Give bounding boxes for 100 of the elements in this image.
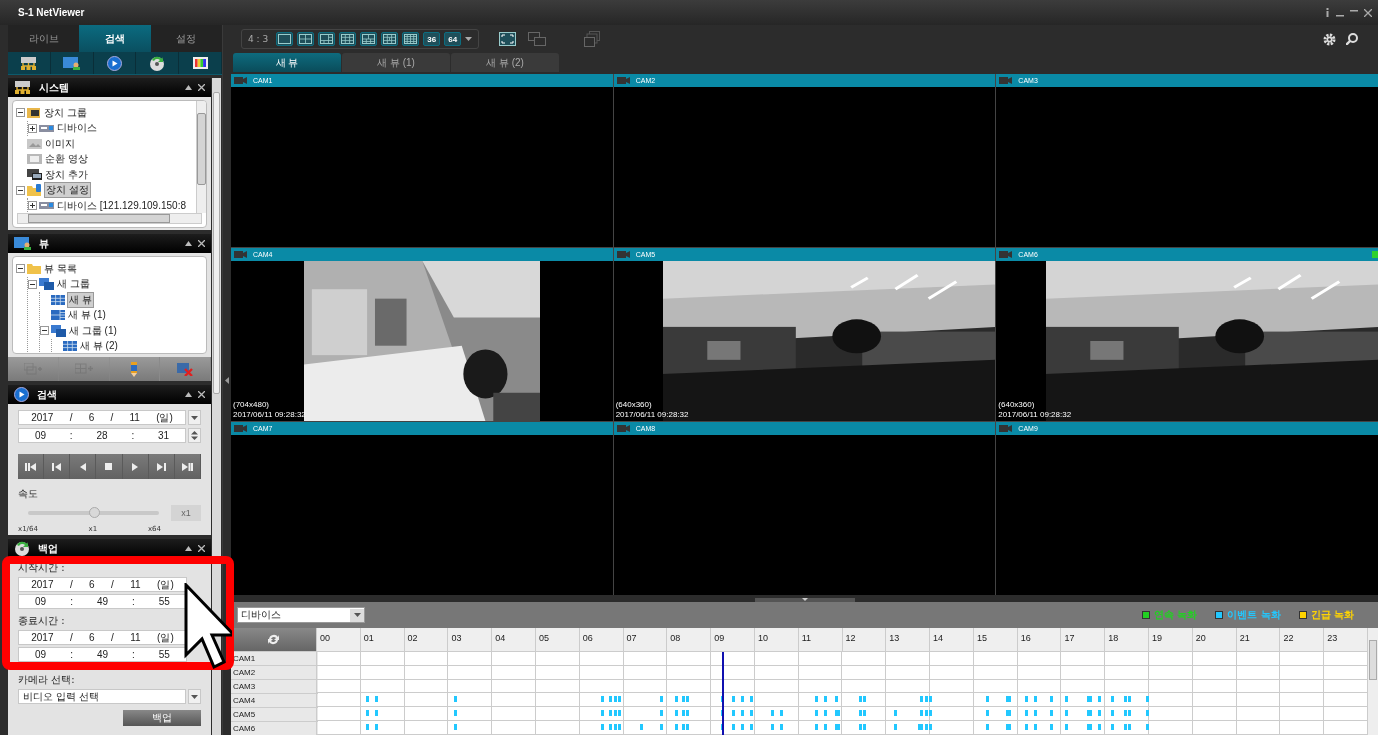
- expander-icon[interactable]: [28, 123, 37, 133]
- date-field[interactable]: 09 : 49 : 55: [18, 594, 187, 609]
- play-icon: [132, 462, 139, 471]
- expander-icon[interactable]: [28, 279, 37, 289]
- add-group-icon: [23, 363, 42, 375]
- folder-icon: [27, 184, 42, 197]
- date-field[interactable]: 09 : 28 : 31: [18, 428, 186, 443]
- mode-tab[interactable]: 검색: [79, 25, 151, 52]
- refresh-button[interactable]: [231, 628, 316, 652]
- expander-icon[interactable]: [16, 264, 25, 274]
- playback-button[interactable]: [122, 454, 149, 479]
- film-icon: [27, 154, 42, 165]
- pencil-icon: [130, 361, 139, 377]
- device-dropdown[interactable]: 디바이스: [237, 607, 365, 623]
- expander-icon[interactable]: [16, 108, 25, 118]
- stop-icon: [105, 463, 113, 470]
- disc-icon: [149, 55, 166, 71]
- playback-button[interactable]: [96, 454, 123, 479]
- scrollbar[interactable]: [212, 78, 221, 735]
- expander-icon[interactable]: [28, 201, 37, 211]
- mode-tab[interactable]: 설정: [150, 25, 222, 52]
- skip-back-icon: [25, 462, 37, 471]
- mode-tab[interactable]: 라이브: [8, 25, 80, 52]
- close-icon: [198, 391, 205, 398]
- hour-label: 21: [1235, 628, 1280, 651]
- layout-button[interactable]: [402, 32, 420, 46]
- tree-item[interactable]: 새 뷰 (1): [67, 308, 107, 323]
- scroll-thumb[interactable]: [197, 113, 206, 185]
- row-label: CAM3: [231, 680, 318, 694]
- playback-button[interactable]: [174, 454, 201, 479]
- folder-icon: [27, 107, 41, 119]
- layout-button[interactable]: [318, 32, 336, 46]
- tree-item[interactable]: 새 그룹: [56, 277, 91, 292]
- hour-label: 05: [534, 628, 579, 651]
- tree-item[interactable]: 새 뷰: [67, 291, 94, 308]
- dropdown-button[interactable]: [188, 410, 201, 425]
- collapse-icon: [185, 241, 192, 246]
- expander-icon[interactable]: [40, 326, 49, 336]
- collapse-icon: [185, 392, 192, 397]
- view-tab[interactable]: 새 뷰: [233, 53, 341, 72]
- legend-label: 긴급 녹화: [1310, 608, 1354, 622]
- tree-item[interactable]: 순환 영상: [44, 152, 89, 167]
- aspect-ratio-label: 4 : 3: [248, 34, 269, 44]
- layout-button[interactable]: [297, 32, 315, 46]
- backup-button[interactable]: 백업: [123, 710, 201, 726]
- scrollbar[interactable]: [196, 101, 206, 213]
- tree-item[interactable]: 장치 설정: [44, 182, 91, 199]
- tree-item[interactable]: 디바이스 [121.129.109.150:8: [56, 198, 187, 213]
- cursor-icon: [184, 583, 232, 671]
- scrollbar[interactable]: [17, 213, 202, 224]
- scroll-thumb[interactable]: [213, 92, 220, 394]
- playback-button[interactable]: [18, 454, 45, 479]
- date-field[interactable]: 2017 / 6 / 11 (일): [18, 410, 186, 425]
- scrollbar[interactable]: [1367, 628, 1378, 735]
- playhead[interactable]: [721, 652, 724, 735]
- grid-icon: [63, 341, 77, 352]
- layout-grid-icon: [278, 34, 292, 44]
- playback-button[interactable]: [70, 454, 97, 479]
- tree-item[interactable]: 장치 추가: [44, 167, 89, 182]
- date-field[interactable]: 2017 / 6 / 11 (일): [18, 577, 187, 592]
- dropdown-button[interactable]: [188, 689, 201, 704]
- network-icon: [20, 56, 38, 70]
- hour-label: 10: [753, 628, 798, 651]
- expander-icon[interactable]: [16, 185, 25, 195]
- close-icon: [198, 84, 205, 91]
- monitors-icon: [39, 278, 54, 291]
- view-tab[interactable]: 새 뷰 (2): [451, 53, 559, 72]
- tree-item[interactable]: 새 뷰 (2): [79, 339, 119, 353]
- spin-button[interactable]: [188, 428, 201, 443]
- view-tab[interactable]: 새 뷰 (1): [342, 53, 450, 72]
- tree-item[interactable]: 이미지: [44, 136, 76, 151]
- collapse-left-icon: [225, 376, 229, 384]
- layout-button[interactable]: 36: [423, 32, 441, 46]
- info-icon: [1325, 8, 1330, 17]
- timestamp-text: 2017/06/11 09:28:32: [615, 410, 689, 420]
- playback-button[interactable]: [148, 454, 175, 479]
- resolution-text: (640x360): [998, 400, 1036, 410]
- row-label: CAM1: [231, 652, 318, 666]
- hour-label: 12: [841, 628, 886, 651]
- layout-button[interactable]: [360, 32, 378, 46]
- tree-item[interactable]: 장치 그룹: [43, 105, 88, 120]
- camera-select-label: 카메라 선택:: [18, 673, 76, 687]
- color-bars-icon: [192, 57, 208, 69]
- camera-dropdown[interactable]: 비디오 입력 선택: [18, 689, 186, 704]
- layout-button[interactable]: [276, 32, 294, 46]
- hour-label: 06: [578, 628, 623, 651]
- tree-item[interactable]: 새 그룹 (1): [68, 323, 118, 338]
- tree-item[interactable]: 디바이스: [56, 121, 98, 136]
- date-field[interactable]: 09 : 49 : 55: [18, 647, 187, 662]
- legend-label: 연속 녹화: [1153, 608, 1198, 622]
- scroll-thumb[interactable]: [28, 214, 170, 223]
- playback-button[interactable]: [44, 454, 71, 479]
- layout-button[interactable]: 64: [444, 32, 462, 46]
- layout-button[interactable]: [339, 32, 357, 46]
- tree-item[interactable]: 뷰 목록: [43, 261, 78, 276]
- date-field[interactable]: 2017 / 6 / 11 (일): [18, 630, 187, 645]
- layout-button[interactable]: [381, 32, 399, 46]
- camera-icon: [616, 425, 630, 432]
- speed-slider[interactable]: [88, 507, 100, 518]
- scroll-thumb[interactable]: [1369, 640, 1377, 680]
